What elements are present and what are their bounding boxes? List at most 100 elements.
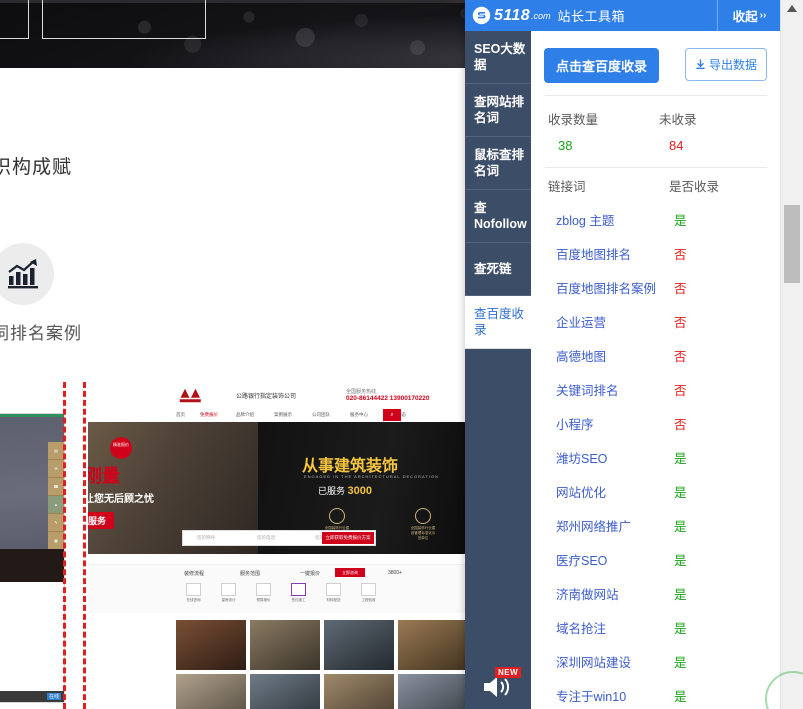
process-label: 材料配送 xyxy=(327,598,341,602)
keyword-link[interactable]: 关键词排名 xyxy=(545,380,656,399)
gallery-cell[interactable] xyxy=(324,674,394,709)
site-process-strip: 装修流程 服务范围 一键报价 3800+ 立即咨询 在线咨询 量房设计 预算报价… xyxy=(88,564,465,613)
served-count: 3000 xyxy=(348,485,372,497)
keyword-link[interactable]: 网站优化 xyxy=(545,482,656,501)
site-screenshot: 公路银行指定装饰公司 全国服务热线 020-86144422 139001702… xyxy=(88,382,466,709)
keyword-link[interactable]: 高德地图 xyxy=(545,346,656,365)
site-hero-subtitle-en: ENGAGED IN THE ARCHITECTURAL DECORATION xyxy=(304,474,439,479)
process-icon-item[interactable]: 在线咨询 xyxy=(176,583,211,605)
keyword-link[interactable]: 潍坊SEO xyxy=(545,448,656,467)
seal-text: 全国装饰行业建设管理标准化示范单位 xyxy=(411,526,436,540)
sidebar-item-mouse-ranking-words[interactable]: 鼠标查排名词 xyxy=(465,137,531,190)
keyword-link[interactable]: 深圳网站建设 xyxy=(545,652,656,671)
keyword-link[interactable]: zblog 主题 xyxy=(545,210,656,229)
rail-button-active[interactable]: ▲ xyxy=(48,496,64,514)
site-logo-icon xyxy=(176,387,206,404)
form-submit-button[interactable]: 立即获取免费报价方案 xyxy=(322,532,374,544)
form-field-name[interactable]: 您的称呼 xyxy=(197,535,215,541)
keyword-link[interactable]: 百度地图排名 xyxy=(545,244,656,263)
export-data-button[interactable]: 导出数据 xyxy=(685,48,767,81)
process-icon-item[interactable]: 预算报价 xyxy=(246,583,281,605)
keyword-link[interactable]: 济南做网站 xyxy=(545,584,656,603)
keyword-link[interactable]: 百度地图排名案例 xyxy=(545,278,656,297)
site-nav-item[interactable]: 首页 xyxy=(176,412,185,418)
site-phone-number: 020-86144422 13900170220 xyxy=(346,395,430,402)
keyword-link[interactable]: 专注于win10 xyxy=(545,686,656,705)
process-icon-item[interactable]: 工程验收 xyxy=(351,583,386,605)
strip-cta-button[interactable]: 立即咨询 xyxy=(335,568,365,577)
table-row[interactable]: 潍坊SEO是 xyxy=(545,440,767,474)
form-field-phone[interactable]: 您的电话 xyxy=(257,535,275,541)
5118-tool-panel: 5118 .com 站长工具箱 收起 ›› SEO大数据 查网站排名词 鼠标查排… xyxy=(465,0,803,709)
collapse-button[interactable]: 收起 ›› xyxy=(717,0,781,31)
process-icon-item[interactable]: 材料配送 xyxy=(316,583,351,605)
site-nav-item[interactable]: 服务中心 xyxy=(350,412,368,418)
gallery-cell[interactable] xyxy=(250,620,320,670)
rail-button[interactable]: ▦ xyxy=(48,532,64,550)
sidebar-item-seo-bigdata[interactable]: SEO大数据 xyxy=(465,31,531,84)
site-nav-item[interactable]: 免费报价 xyxy=(200,412,218,418)
rail-button[interactable]: ✉ xyxy=(48,460,64,478)
search-icon[interactable]: ⌕ xyxy=(383,409,401,421)
speaker-volume-icon[interactable]: NEW xyxy=(465,665,531,709)
table-row[interactable]: 小程序否 xyxy=(545,406,767,440)
table-row[interactable]: 百度地图排名否 xyxy=(545,236,767,270)
site-quote-form[interactable]: 您的称呼 您的电话 您的装修面积 立即获取免费报价方案 xyxy=(182,530,376,546)
table-row[interactable]: 医疗SEO是 xyxy=(545,542,767,576)
keyword-link[interactable]: 郑州网络推广 xyxy=(545,516,656,535)
scroll-up-arrow-icon[interactable] xyxy=(781,0,803,17)
panel-scrollbar[interactable] xyxy=(780,0,803,709)
site-nav-item[interactable]: 案例展示 xyxy=(274,412,292,418)
logo-domain: .com xyxy=(531,11,551,21)
site-nav[interactable]: 首页 免费报价 品牌介绍 案例展示 公司团队 服务中心 新闻动态 xyxy=(88,408,465,423)
scrollbar-thumb[interactable] xyxy=(784,205,800,283)
table-row[interactable]: 关键词排名否 xyxy=(545,372,767,406)
process-icon xyxy=(256,583,271,596)
site-nav-item[interactable]: 品牌介绍 xyxy=(236,412,254,418)
gallery-cell[interactable] xyxy=(176,620,246,670)
process-label: 量房设计 xyxy=(222,598,236,602)
process-icon xyxy=(186,583,201,596)
site-hero-headline-white: 让您无后顾之忧 xyxy=(88,490,154,505)
keyword-link[interactable]: 医疗SEO xyxy=(545,550,656,569)
process-icon-item-active[interactable]: 签约施工 xyxy=(281,583,316,605)
table-row[interactable]: zblog 主题是 xyxy=(545,202,767,236)
process-icon-item[interactable]: 量房设计 xyxy=(211,583,246,605)
site-nav-item[interactable]: 公司团队 xyxy=(312,412,330,418)
indexed-status: 是 xyxy=(656,584,767,603)
mini-panel-side-rail[interactable]: ▤ ✉ ☎ ▲ ✎ ▦ xyxy=(48,442,64,550)
keyword-link[interactable]: 域名抢注 xyxy=(545,618,656,637)
rail-button[interactable]: ✎ xyxy=(48,514,64,532)
table-row[interactable]: 网站优化是 xyxy=(545,474,767,508)
keyword-link[interactable]: 小程序 xyxy=(545,414,656,433)
table-row[interactable]: 济南做网站是 xyxy=(545,576,767,610)
indexed-status: 否 xyxy=(656,312,767,331)
gallery-cell[interactable] xyxy=(324,620,394,670)
gallery-cell[interactable] xyxy=(398,620,466,670)
check-baidu-index-button[interactable]: 点击查百度收录 xyxy=(544,48,659,83)
table-row[interactable]: 高德地图否 xyxy=(545,338,767,372)
gallery-cell[interactable] xyxy=(176,674,246,709)
table-row[interactable]: 专注于win10是 xyxy=(545,678,767,709)
rail-button[interactable]: ☎ xyxy=(48,478,64,496)
gallery-cell[interactable] xyxy=(398,674,466,709)
table-row[interactable]: 郑州网络推广是 xyxy=(545,508,767,542)
table-row[interactable]: 深圳网站建设是 xyxy=(545,644,767,678)
left-mini-panel: ▸ ▤ ✉ ☎ ▲ ✎ ▦ 网站备案 | 公司 | 1万平米 在线 xyxy=(0,413,65,703)
gallery-cell[interactable] xyxy=(250,674,320,709)
table-row[interactable]: 百度地图排名案例否 xyxy=(545,270,767,304)
panel-title: 站长工具箱 xyxy=(558,6,626,25)
keyword-link[interactable]: 企业运营 xyxy=(545,312,656,331)
site-hero-badge: 精准报价 xyxy=(110,437,132,459)
sidebar-item-dead-links[interactable]: 查死链 xyxy=(465,243,531,296)
sidebar-item-label: 查网站排名词 xyxy=(474,94,531,126)
sidebar-item-label: 查Nofollow xyxy=(474,200,531,232)
table-row[interactable]: 域名抢注是 xyxy=(545,610,767,644)
sidebar-item-site-ranking-words[interactable]: 查网站排名词 xyxy=(465,84,531,137)
sidebar-item-baidu-index[interactable]: 查百度收录 xyxy=(465,296,531,349)
rail-button[interactable]: ▤ xyxy=(48,442,64,460)
strip-title: 装修流程 xyxy=(184,570,204,577)
sidebar-item-nofollow[interactable]: 查Nofollow xyxy=(465,190,531,243)
table-row[interactable]: 企业运营否 xyxy=(545,304,767,338)
logo-text: 5118 xyxy=(494,7,530,25)
